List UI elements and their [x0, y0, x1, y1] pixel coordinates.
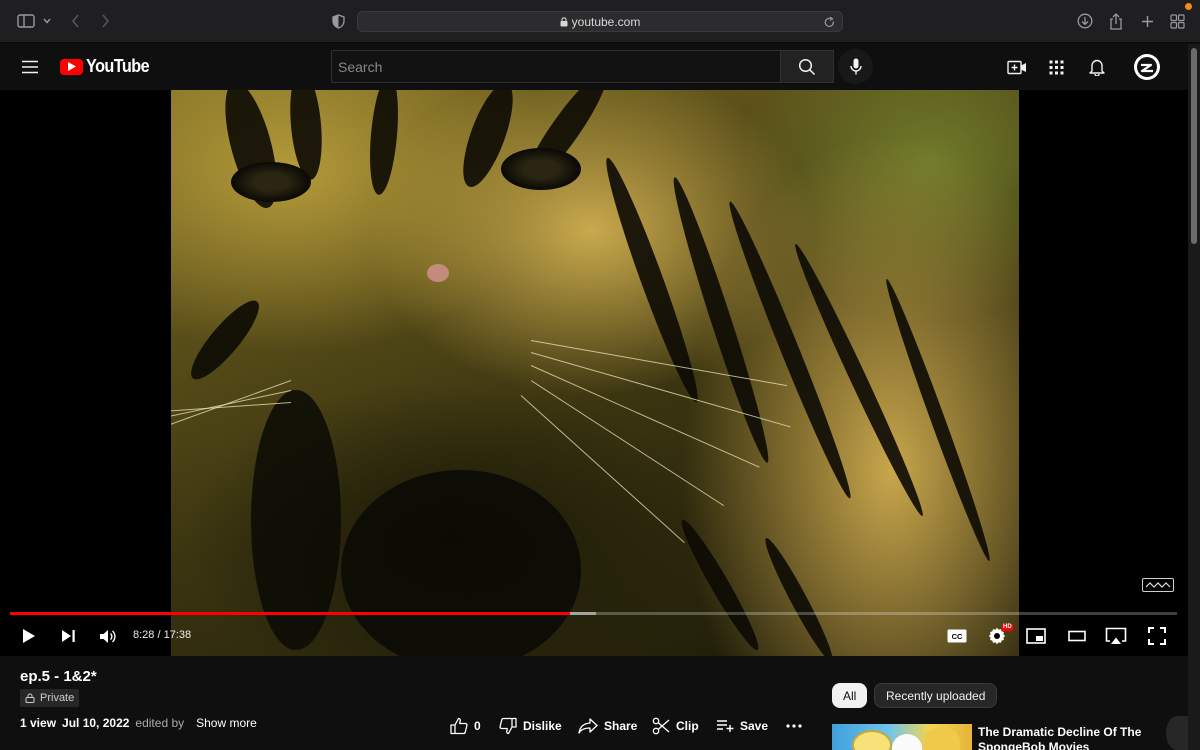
save-button[interactable]: Save [716, 716, 768, 736]
chevron-down-icon[interactable] [41, 10, 53, 32]
back-icon[interactable] [67, 10, 83, 32]
chip-recently-uploaded[interactable]: Recently uploaded [874, 683, 998, 708]
play-button[interactable] [19, 624, 39, 648]
privacy-shield-icon[interactable] [330, 10, 346, 32]
dislike-button[interactable]: Dislike [499, 716, 562, 736]
logo-text: YouTube [86, 56, 150, 76]
downloads-icon[interactable] [1075, 10, 1095, 32]
skip-next-icon [61, 630, 75, 642]
more-horizontal-icon [786, 724, 802, 728]
next-button[interactable] [58, 624, 78, 648]
create-video-icon[interactable] [1006, 56, 1028, 78]
fullscreen-button[interactable] [1146, 624, 1168, 648]
tab-overview-icon[interactable] [1167, 10, 1187, 32]
share-label: Share [604, 719, 638, 733]
voice-search-button[interactable] [838, 49, 873, 84]
more-actions-button[interactable] [786, 716, 802, 736]
browser-toolbar: youtube.com [0, 0, 1200, 43]
closed-captions-icon: CC [947, 629, 967, 643]
theater-mode-icon [1068, 630, 1086, 642]
video-meta: 1 view Jul 10, 2022 edited by Show more [20, 716, 257, 730]
youtube-logo[interactable]: YouTube [60, 56, 156, 77]
share-button[interactable]: Share [578, 716, 637, 736]
channel-watermark-icon[interactable] [1142, 578, 1174, 592]
like-count: 0 [474, 719, 481, 733]
volume-button[interactable] [97, 624, 119, 648]
recommendation-title[interactable]: The Dramatic Decline Of The SpongeBob Mo… [978, 725, 1158, 750]
apps-grid-icon[interactable] [1045, 56, 1067, 78]
share-arrow-icon [578, 718, 598, 734]
hd-badge: HD [1002, 624, 1013, 631]
progress-played [10, 612, 571, 615]
upload-date: Jul 10, 2022 [62, 716, 130, 730]
youtube-masthead: YouTube [0, 44, 1188, 90]
volume-icon [100, 629, 116, 643]
search-button[interactable] [780, 50, 834, 83]
chip-all[interactable]: All [832, 683, 868, 708]
edited-by-label: edited by [135, 716, 185, 730]
airplay-button[interactable] [1104, 624, 1128, 648]
sidebar-toggle-icon[interactable] [16, 10, 36, 32]
privacy-label: Private [40, 692, 75, 704]
captions-button[interactable]: CC [946, 624, 968, 648]
share-icon[interactable] [1106, 10, 1126, 32]
page-scrollbar[interactable] [1188, 44, 1200, 750]
video-title: ep.5 - 1&2* [20, 668, 97, 685]
play-logo-icon [60, 58, 83, 75]
time-display: 8:28 / 17:38 [133, 629, 192, 641]
scissors-icon [652, 717, 670, 735]
video-player[interactable]: 8:28 / 17:38 CC HD [0, 90, 1188, 656]
search-icon [798, 58, 816, 75]
video-frame[interactable] [171, 90, 1019, 656]
view-count: 1 view [20, 716, 57, 730]
airplay-icon [1105, 627, 1127, 644]
menu-icon[interactable] [19, 56, 41, 78]
avatar[interactable] [1134, 54, 1160, 80]
clip-button[interactable]: Clip [652, 716, 699, 736]
save-label: Save [740, 719, 769, 733]
forward-icon[interactable] [97, 10, 113, 32]
play-icon [23, 629, 35, 643]
reload-icon[interactable] [820, 13, 838, 31]
new-tab-icon[interactable] [1137, 10, 1157, 32]
miniplayer-icon [1026, 628, 1046, 644]
scrollbar-thumb[interactable] [1191, 48, 1197, 244]
miniplayer-button[interactable] [1025, 624, 1047, 648]
like-button[interactable]: 0 [450, 716, 481, 736]
lock-icon [560, 16, 568, 26]
search-input[interactable] [331, 50, 781, 83]
clip-label: Clip [676, 719, 699, 733]
fullscreen-icon [1148, 627, 1166, 645]
thumbs-up-icon [450, 717, 468, 735]
address-bar[interactable]: youtube.com [357, 11, 843, 32]
notification-dot [1185, 3, 1192, 10]
show-more-link[interactable]: Show more [196, 716, 257, 730]
thumbs-down-icon [499, 717, 517, 735]
url-text: youtube.com [571, 14, 641, 29]
playlist-add-icon [717, 720, 734, 732]
lock-icon [25, 693, 35, 703]
progress-bar[interactable] [10, 612, 1177, 615]
notifications-bell-icon[interactable] [1086, 56, 1108, 78]
recommendations-next-button[interactable] [1166, 716, 1188, 750]
dislike-label: Dislike [523, 719, 562, 733]
microphone-icon [849, 58, 862, 75]
theater-mode-button[interactable] [1066, 624, 1088, 648]
recommendation-thumbnail[interactable] [832, 724, 972, 750]
privacy-badge: Private [20, 689, 80, 707]
tiger-nose [427, 264, 449, 282]
captions-label: CC [952, 632, 963, 641]
